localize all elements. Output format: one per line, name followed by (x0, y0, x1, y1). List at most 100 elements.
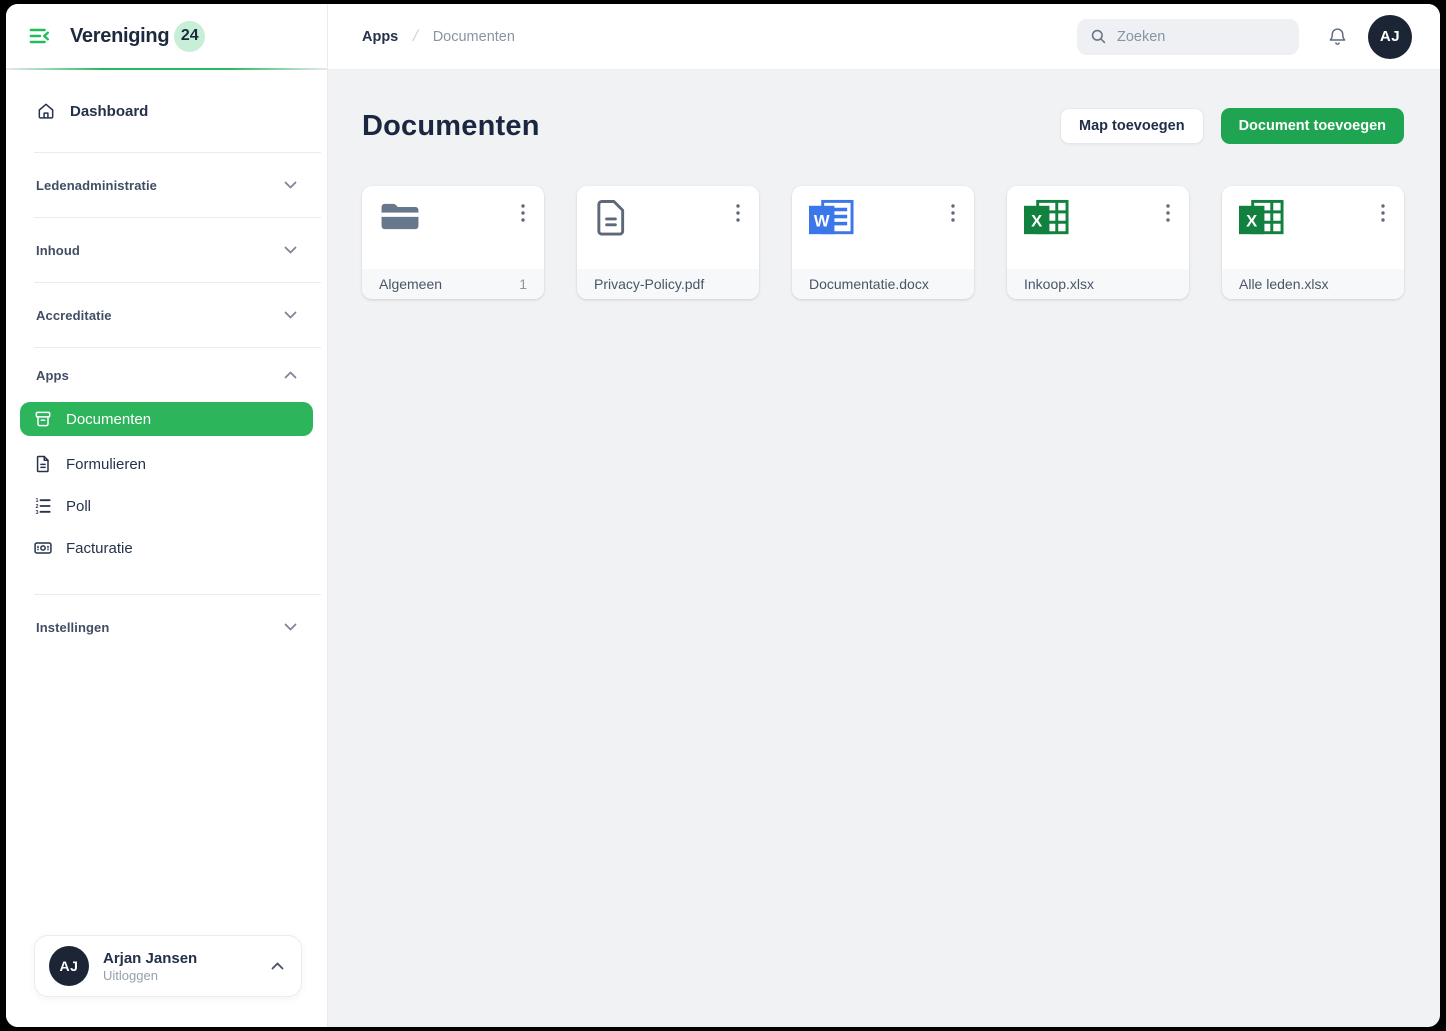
card-top: X (1222, 186, 1404, 269)
card-menu-button[interactable] (1159, 199, 1177, 227)
section-label: Ledenadministratie (36, 178, 157, 193)
main-area: Apps / Documenten AJ Documenten Map toev… (328, 4, 1440, 1027)
section-label: Instellingen (36, 620, 109, 635)
kebab-icon (1166, 204, 1170, 222)
sidebar-item-label: Documenten (66, 411, 151, 428)
file-card-inkoop[interactable]: X Inkoop.xlsx (1007, 186, 1189, 299)
svg-text:3: 3 (36, 510, 39, 516)
section-label: Inhoud (36, 243, 80, 258)
document-grid: Algemeen 1 Privacy-Pol (362, 186, 1404, 299)
content-header: Documenten Map toevoegen Document toevoe… (362, 108, 1404, 144)
pdf-file-icon (594, 199, 628, 237)
sidebar-item-poll[interactable]: 123 Poll (20, 486, 313, 526)
home-icon (36, 101, 56, 121)
search-input[interactable] (1117, 29, 1287, 45)
brand-logo: Vereniging 24 (70, 21, 205, 52)
archive-icon (33, 409, 53, 429)
svg-text:X: X (1031, 211, 1042, 230)
folder-item-count: 1 (519, 276, 527, 292)
section-label: Apps (36, 368, 69, 383)
user-menu[interactable]: AJ Arjan Jansen Uitloggen (34, 935, 302, 997)
kebab-icon (1381, 204, 1385, 222)
topbar: Apps / Documenten AJ (328, 4, 1440, 70)
section-label: Accreditatie (36, 308, 112, 323)
sidebar-section-accreditatie[interactable]: Accreditatie (6, 283, 327, 347)
brand-name: Vereniging (70, 25, 169, 48)
card-menu-button[interactable] (729, 199, 747, 227)
sidebar-item-label: Formulieren (66, 456, 146, 473)
breadcrumb-separator: / (411, 28, 420, 46)
chevron-down-icon (284, 246, 297, 254)
svg-text:W: W (814, 211, 830, 230)
sidebar-item-label: Dashboard (70, 103, 148, 120)
card-menu-button[interactable] (514, 199, 532, 227)
kebab-icon (736, 204, 740, 222)
chevron-up-icon (284, 371, 297, 379)
avatar[interactable]: AJ (1368, 15, 1412, 59)
form-document-icon (33, 454, 53, 474)
sidebar-section-apps[interactable]: Apps (6, 348, 327, 402)
app-window: Vereniging 24 Dashboard Ledenadministrat… (6, 4, 1440, 1027)
banknote-icon (33, 538, 53, 558)
chevron-down-icon (284, 623, 297, 631)
add-folder-button[interactable]: Map toevoegen (1060, 108, 1204, 144)
file-card-alle-leden[interactable]: X Alle leden.xlsx (1222, 186, 1404, 299)
card-footer: Algemeen 1 (362, 269, 544, 299)
avatar: AJ (49, 946, 89, 986)
kebab-icon (951, 204, 955, 222)
collapse-menu-icon (28, 24, 52, 48)
folder-card-algemeen[interactable]: Algemeen 1 (362, 186, 544, 299)
sidebar: Vereniging 24 Dashboard Ledenadministrat… (6, 4, 328, 1027)
search-box (1077, 19, 1299, 55)
breadcrumb-current: Documenten (433, 29, 515, 45)
sidebar-item-dashboard[interactable]: Dashboard (20, 92, 313, 130)
breadcrumb-apps[interactable]: Apps (362, 29, 398, 45)
notifications-button[interactable] (1327, 26, 1348, 47)
card-top: W (792, 186, 974, 269)
card-label: Inkoop.xlsx (1024, 276, 1094, 292)
sidebar-item-documenten[interactable]: Documenten (20, 402, 313, 436)
card-footer: Inkoop.xlsx (1007, 269, 1189, 299)
card-top (362, 186, 544, 269)
user-info: Arjan Jansen Uitloggen (103, 949, 197, 984)
card-top: X (1007, 186, 1189, 269)
file-card-documentatie[interactable]: W Documentatie.docx (792, 186, 974, 299)
folder-icon (379, 199, 421, 232)
card-menu-button[interactable] (944, 199, 962, 227)
sidebar-section-ledenadministratie[interactable]: Ledenadministratie (6, 153, 327, 217)
content: Documenten Map toevoegen Document toevoe… (328, 70, 1440, 1027)
sidebar-collapse-button[interactable] (26, 22, 54, 50)
user-name: Arjan Jansen (103, 949, 197, 969)
kebab-icon (521, 204, 525, 222)
file-card-privacy-policy[interactable]: Privacy-Policy.pdf (577, 186, 759, 299)
chevron-down-icon (284, 311, 297, 319)
sidebar-item-facturatie[interactable]: Facturatie (20, 528, 313, 568)
breadcrumb: Apps / Documenten (362, 28, 515, 46)
card-footer: Privacy-Policy.pdf (577, 269, 759, 299)
sidebar-section-instellingen[interactable]: Instellingen (6, 595, 327, 659)
sidebar-nav: Dashboard Ledenadministratie Inhoud Accr… (6, 70, 327, 1027)
chevron-down-icon (284, 181, 297, 189)
add-document-button[interactable]: Document toevoegen (1221, 108, 1404, 144)
logout-link[interactable]: Uitloggen (103, 968, 197, 983)
brand-badge: 24 (174, 21, 205, 52)
sidebar-section-inhoud[interactable]: Inhoud (6, 218, 327, 282)
card-label: Privacy-Policy.pdf (594, 276, 704, 292)
logo-bar: Vereniging 24 (6, 4, 327, 68)
sidebar-item-label: Facturatie (66, 540, 133, 557)
word-file-icon: W (809, 199, 854, 240)
card-top (577, 186, 759, 269)
card-footer: Alle leden.xlsx (1222, 269, 1404, 299)
page-title: Documenten (362, 110, 540, 143)
chevron-up-icon (271, 962, 284, 970)
card-label: Documentatie.docx (809, 276, 929, 292)
numbered-list-icon: 123 (33, 496, 53, 516)
card-footer: Documentatie.docx (792, 269, 974, 299)
sidebar-item-formulieren[interactable]: Formulieren (20, 444, 313, 484)
search-icon (1089, 27, 1108, 46)
header-buttons: Map toevoegen Document toevoegen (1060, 108, 1404, 144)
card-menu-button[interactable] (1374, 199, 1392, 227)
topbar-right: AJ (1077, 15, 1412, 59)
card-label: Alle leden.xlsx (1239, 276, 1329, 292)
bell-icon (1327, 26, 1348, 47)
